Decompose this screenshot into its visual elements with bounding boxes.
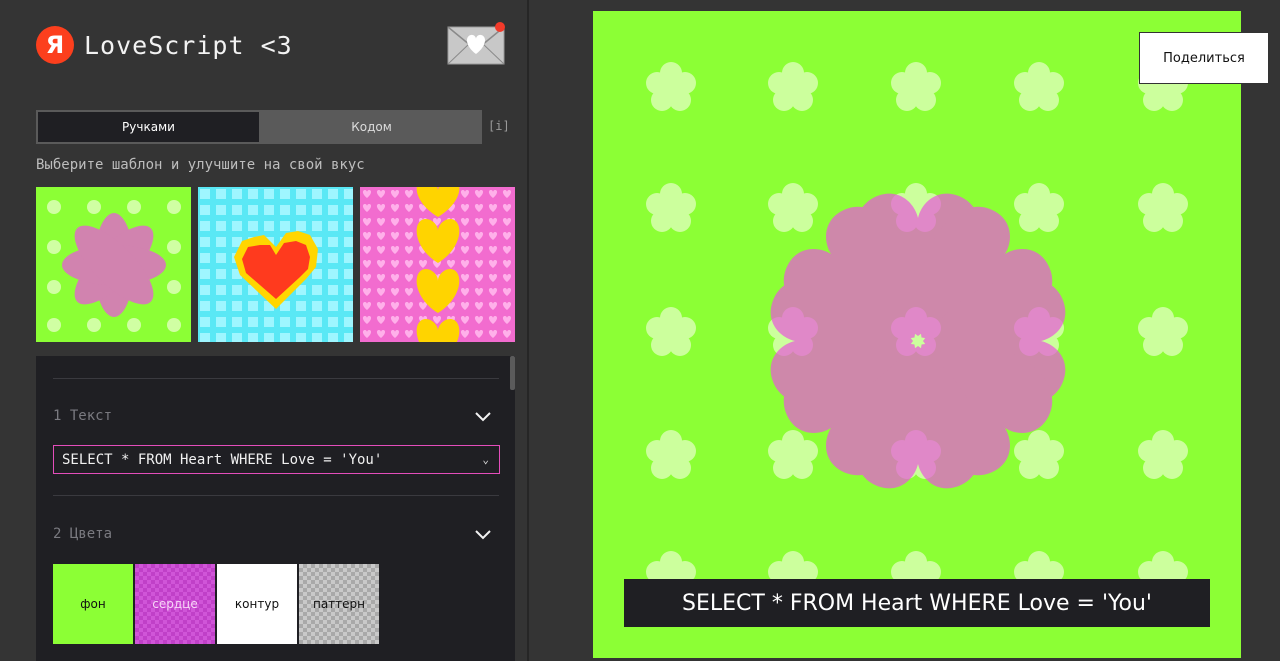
app-header: Я LoveScript <3 — [36, 26, 293, 64]
chevron-down-icon: ⌄ — [482, 453, 489, 466]
preview-canvas: SELECT * FROM Heart WHERE Love = 'You' — [593, 11, 1241, 658]
color-swatches: фон сердце контур паттерн — [53, 564, 379, 644]
mode-tabs: Ручками Кодом — [36, 110, 482, 144]
template-gallery — [36, 187, 515, 342]
divider — [53, 378, 499, 379]
text-select-value: SELECT * FROM Heart WHERE Love = 'You' — [62, 451, 383, 468]
template-hint: Выберите шаблон и улучшите на свой вкус — [36, 157, 365, 173]
tab-code[interactable]: Кодом — [261, 110, 482, 144]
info-button[interactable]: [i] — [488, 119, 510, 133]
settings-panel: 1 Текст SELECT * FROM Heart WHERE Love =… — [36, 356, 515, 661]
yandex-logo-icon[interactable]: Я — [36, 26, 74, 64]
preview-pane: SELECT * FROM Heart WHERE Love = 'You' П… — [529, 0, 1280, 661]
envelope-heart-icon[interactable] — [447, 22, 507, 66]
swatch-pattern[interactable]: паттерн — [299, 564, 379, 644]
template-blue-grid[interactable] — [198, 187, 353, 342]
app-title: LoveScript <3 — [84, 30, 293, 60]
section-title-text: 1 Текст — [53, 408, 113, 424]
section-title-colors: 2 Цвета — [53, 526, 113, 542]
divider — [53, 495, 499, 496]
share-button[interactable]: Поделиться — [1139, 32, 1269, 84]
notification-dot-icon — [495, 22, 505, 32]
text-select[interactable]: SELECT * FROM Heart WHERE Love = 'You' ⌄ — [53, 445, 500, 474]
preview-caption: SELECT * FROM Heart WHERE Love = 'You' — [624, 579, 1210, 627]
swatch-background[interactable]: фон — [53, 564, 133, 644]
preview-art — [646, 62, 1188, 600]
editor-panel: Я LoveScript <3 Ручками Кодом [i] Выбери… — [0, 0, 527, 661]
swatch-heart[interactable]: сердце — [135, 564, 215, 644]
chevron-down-icon[interactable] — [474, 529, 492, 541]
tab-manual[interactable]: Ручками — [38, 112, 259, 142]
template-green-flowers[interactable] — [36, 187, 191, 342]
chevron-down-icon[interactable] — [474, 411, 492, 423]
panel-scrollbar[interactable] — [510, 356, 515, 390]
swatch-outline[interactable]: контур — [217, 564, 297, 644]
template-pink-hearts[interactable] — [360, 187, 515, 342]
